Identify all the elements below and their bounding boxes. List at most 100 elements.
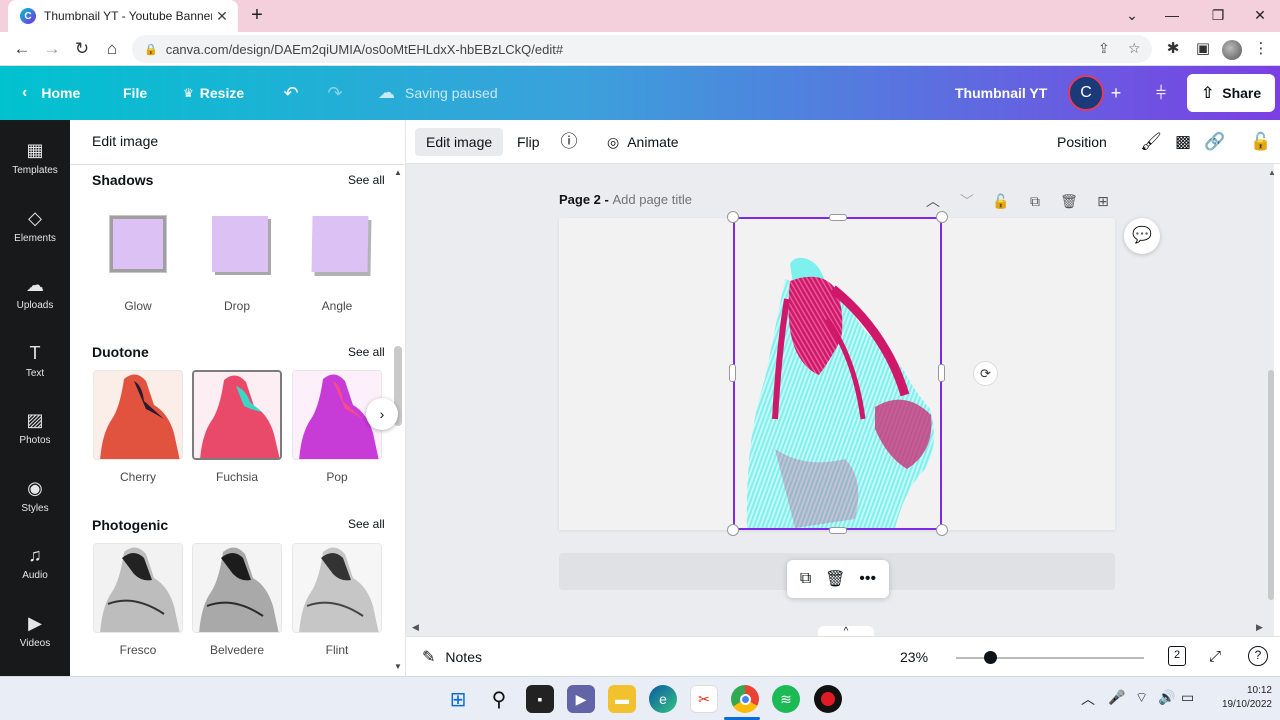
rail-item-templates[interactable]: ▦ Templates <box>0 134 70 194</box>
browser-profile-avatar[interactable] <box>1222 40 1242 60</box>
volume-icon[interactable]: 🔊 <box>1158 689 1175 706</box>
window-close-icon[interactable]: ✕ <box>1240 0 1280 30</box>
rail-item-styles[interactable]: ◉ Styles <box>0 472 70 532</box>
resize-handle-top[interactable] <box>829 214 847 221</box>
design-title[interactable]: Thumbnail YT <box>955 66 1047 120</box>
rail-item-audio[interactable]: ♫ Audio <box>0 539 70 599</box>
task-view-icon[interactable]: ▪ <box>526 685 554 713</box>
resize-handle-tr[interactable] <box>936 211 948 223</box>
add-page-icon[interactable]: ⊞ <box>1093 191 1113 211</box>
add-comment-icon[interactable]: 💬 <box>1124 218 1160 254</box>
duplicate-icon[interactable]: ⧉ <box>800 570 811 588</box>
home-button[interactable]: ‹ Home <box>22 66 80 120</box>
snipping-tool-icon[interactable]: ✂ <box>690 685 718 713</box>
text-icon: T <box>29 343 41 363</box>
paint-roller-icon[interactable]: 🖌 <box>1139 130 1163 154</box>
page-count-icon[interactable]: 2 <box>1168 646 1186 666</box>
chrome-icon[interactable] <box>731 685 759 713</box>
url-bar[interactable]: 🔒 canva.com/design/DAEm2qiUMIA/os0oMtEHL… <box>132 35 1152 63</box>
redo-icon[interactable]: ↷ <box>323 81 347 105</box>
position-button[interactable]: Position <box>1046 128 1118 156</box>
resize-button[interactable]: ♛ Resize <box>183 66 244 120</box>
rail-item-text[interactable]: T Text <box>0 337 70 397</box>
canvas-scroll-up-icon[interactable]: ▲ <box>1268 168 1276 177</box>
share-icon: ⇧ <box>1200 85 1215 102</box>
duplicate-page-icon[interactable]: ⧉ <box>1025 191 1045 211</box>
lock-page-icon[interactable]: 🔓 <box>991 191 1011 211</box>
flip-button[interactable]: Flip <box>506 128 551 156</box>
scroll-down-arrow-icon[interactable]: ▼ <box>394 662 402 671</box>
photogenic-see-all-link[interactable]: See all <box>348 517 385 531</box>
user-avatar[interactable]: C <box>1068 75 1104 111</box>
scroll-left-arrow-icon[interactable]: ◀ <box>412 622 419 633</box>
rotate-icon[interactable]: ⟳ <box>973 361 998 386</box>
chevron-up-icon[interactable]: ︿ <box>1081 689 1095 709</box>
close-tab-icon[interactable]: ✕ <box>212 8 232 25</box>
new-tab-button[interactable]: + <box>246 4 268 28</box>
reload-icon[interactable]: ↻ <box>70 37 94 61</box>
teams-chat-icon[interactable]: ▶ <box>567 685 595 713</box>
resize-handle-bl[interactable] <box>727 524 739 536</box>
delete-icon[interactable]: 🗑 <box>825 569 845 589</box>
browser-tab[interactable]: C Thumbnail YT - Youtube Banner ✕ <box>8 0 238 32</box>
maximize-icon[interactable]: ❐ <box>1198 0 1238 30</box>
link-icon[interactable]: 🔗 <box>1203 130 1227 154</box>
chevron-up-icon[interactable]: ︿ <box>923 191 943 211</box>
resize-handle-bottom[interactable] <box>829 527 847 534</box>
minimize-icon[interactable]: — <box>1152 0 1192 30</box>
resize-handle-right[interactable] <box>938 364 945 382</box>
forward-icon[interactable]: → <box>40 37 64 61</box>
lock-icon[interactable]: 🔓 <box>1249 130 1273 154</box>
share-button[interactable]: ⇧ Share <box>1187 74 1275 112</box>
help-icon[interactable]: ? <box>1248 646 1268 666</box>
system-clock[interactable]: 10:12 19/10/2022 <box>1206 684 1272 712</box>
wifi-icon[interactable]: ⌔ <box>1135 689 1148 707</box>
edit-image-button[interactable]: Edit image <box>415 128 504 156</box>
transparency-icon[interactable]: ▩ <box>1171 130 1195 154</box>
resize-handle-br[interactable] <box>936 524 948 536</box>
tab-search-chevron-icon[interactable]: ⌄ <box>1112 0 1152 30</box>
scroll-up-arrow-icon[interactable]: ▲ <box>394 168 402 177</box>
home-icon[interactable]: ⌂ <box>100 37 124 61</box>
insights-chart-icon[interactable]: ⫩ <box>1149 81 1173 105</box>
resize-handle-left[interactable] <box>729 364 736 382</box>
zoom-slider-knob[interactable] <box>983 651 997 664</box>
file-explorer-icon[interactable]: ▬ <box>608 685 636 713</box>
battery-icon[interactable]: ▭ <box>1181 689 1194 706</box>
delete-page-icon[interactable]: 🗑 <box>1059 191 1079 211</box>
undo-icon[interactable]: ↶ <box>279 81 303 105</box>
rail-item-videos[interactable]: ▶ Videos <box>0 607 70 667</box>
more-options-icon[interactable]: ••• <box>859 570 876 588</box>
fullscreen-icon[interactable]: ⤢ <box>1204 646 1226 668</box>
edge-browser-icon[interactable]: e <box>649 685 677 713</box>
animate-button[interactable]: ◎ Animate <box>596 128 690 156</box>
rail-item-elements[interactable]: ◇ Elements <box>0 202 70 262</box>
search-icon[interactable]: ⚲ <box>485 685 513 713</box>
duotone-see-all-link[interactable]: See all <box>348 345 385 359</box>
rail-item-uploads[interactable]: ☁ Uploads <box>0 269 70 329</box>
file-menu-button[interactable]: File <box>123 66 147 120</box>
zoom-percentage[interactable]: 23% <box>900 649 928 665</box>
browser-menu-icon[interactable]: ⋮ <box>1250 38 1272 60</box>
spotify-icon[interactable]: ≋ <box>772 685 800 713</box>
notes-button[interactable]: ✎ Notes <box>422 647 482 667</box>
canvas-vertical-scrollbar[interactable] <box>1268 370 1274 600</box>
side-panel-icon[interactable]: ▣ <box>1192 38 1214 60</box>
share-page-icon[interactable]: ⇪ <box>1098 40 1110 57</box>
shadows-see-all-link[interactable]: See all <box>348 173 385 187</box>
scroll-right-arrow-icon[interactable]: ▶ <box>1256 622 1263 633</box>
page-title[interactable]: Page 2 - Add page title <box>559 192 692 207</box>
screen-recorder-icon[interactable] <box>814 685 842 713</box>
bookmark-star-icon[interactable]: ☆ <box>1128 40 1141 57</box>
back-icon[interactable]: ← <box>10 37 34 61</box>
extensions-puzzle-icon[interactable]: ✱ <box>1162 38 1184 60</box>
resize-handle-tl[interactable] <box>727 211 739 223</box>
info-icon[interactable]: ⓘ <box>557 130 581 154</box>
chevron-down-icon[interactable]: ﹀ <box>957 191 977 211</box>
microphone-icon[interactable]: 🎤 <box>1108 689 1125 706</box>
rail-item-photos[interactable]: ▨ Photos <box>0 404 70 464</box>
chevron-right-icon[interactable]: › <box>366 398 398 430</box>
windows-start-icon[interactable]: ⊞ <box>444 685 472 713</box>
add-collaborator-icon[interactable]: + <box>1104 81 1128 105</box>
rail-label: Styles <box>21 503 49 514</box>
